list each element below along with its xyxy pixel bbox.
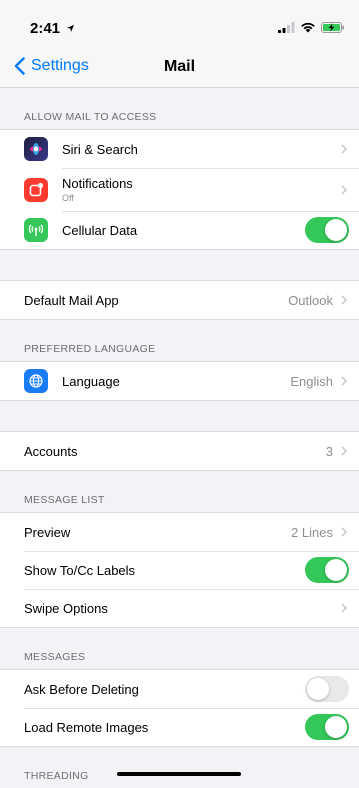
toggle-knob (325, 716, 347, 738)
row-label: Ask Before Deleting (24, 681, 139, 697)
chevron-right-icon (341, 144, 347, 154)
row-label: Preview (24, 524, 71, 540)
row-label: Notifications (62, 176, 133, 191)
toggle-knob (325, 219, 347, 241)
chevron-right-icon (341, 185, 347, 194)
status-bar: 2:41 (0, 0, 359, 44)
row-default-mail-app[interactable]: Default Mail App Outlook (0, 281, 359, 319)
row-value: 3 (325, 443, 333, 459)
row-siri-search[interactable]: Siri & Search (0, 130, 359, 168)
row-label: Swipe Options (24, 600, 108, 616)
row-show-tocc-labels: Show To/Cc Labels (0, 551, 359, 589)
page-title: Mail (163, 58, 196, 75)
row-value: Outlook (288, 292, 333, 308)
group-preferred-language: Language English (0, 361, 359, 401)
group-default-mail-app: Default Mail App Outlook (0, 280, 359, 320)
chevron-right-icon (341, 376, 347, 386)
location-arrow-icon (67, 24, 75, 33)
row-ask-before-deleting: Ask Before Deleting (0, 670, 359, 708)
cellular-data-toggle[interactable] (305, 217, 349, 243)
globe-icon (24, 369, 48, 393)
section-header-allow-access: ALLOW MAIL TO ACCESS (24, 111, 157, 123)
row-cellular-data: Cellular Data (0, 211, 359, 249)
wifi-icon (301, 22, 315, 33)
row-label: Default Mail App (24, 292, 119, 308)
navigation-bar: Settings Mail (0, 44, 359, 88)
row-preview[interactable]: Preview 2 Lines (0, 513, 359, 551)
row-value: 2 Lines (291, 524, 333, 540)
status-time: 2:41 (30, 20, 75, 37)
group-messages: Ask Before Deleting Load Remote Images (0, 669, 359, 747)
row-label: Accounts (24, 443, 78, 459)
group-allow-access: Siri & Search Notifications Off Cellular… (0, 129, 359, 250)
cellular-antenna-icon (24, 218, 48, 242)
row-label: Language (62, 373, 120, 389)
settings-list: ALLOW MAIL TO ACCESS Siri & Search Notif… (0, 88, 359, 788)
group-message-list: Preview 2 Lines Show To/Cc Labels Swipe … (0, 512, 359, 628)
section-header-message-list: MESSAGE LIST (24, 494, 105, 506)
row-label: Load Remote Images (24, 719, 149, 735)
ask-before-deleting-toggle[interactable] (305, 676, 349, 702)
chevron-right-icon (341, 603, 347, 613)
chevron-right-icon (341, 446, 347, 456)
home-indicator[interactable] (117, 772, 241, 776)
notifications-icon (24, 177, 48, 202)
row-label: Cellular Data (62, 222, 138, 238)
row-load-remote-images: Load Remote Images (0, 708, 359, 746)
row-sublabel: Off (62, 193, 74, 203)
toggle-knob (325, 559, 347, 581)
load-remote-images-toggle[interactable] (305, 714, 349, 740)
battery-charging-icon (321, 22, 344, 33)
row-label: Show To/Cc Labels (24, 562, 136, 578)
row-language[interactable]: Language English (0, 362, 359, 400)
show-tocc-labels-toggle[interactable] (305, 557, 349, 583)
chevron-right-icon (341, 295, 347, 305)
row-notifications[interactable]: Notifications Off (0, 168, 359, 211)
section-header-preferred-language: PREFERRED LANGUAGE (24, 343, 156, 355)
row-label: Siri & Search (62, 141, 138, 157)
status-indicators (278, 22, 345, 33)
row-value: English (290, 373, 333, 389)
siri-icon (24, 137, 48, 161)
toggle-knob (307, 678, 329, 700)
chevron-right-icon (341, 527, 347, 537)
row-accounts[interactable]: Accounts 3 (0, 432, 359, 470)
signal-icon (278, 22, 295, 33)
section-header-messages: MESSAGES (24, 651, 86, 663)
group-accounts: Accounts 3 (0, 431, 359, 471)
row-swipe-options[interactable]: Swipe Options (0, 589, 359, 627)
